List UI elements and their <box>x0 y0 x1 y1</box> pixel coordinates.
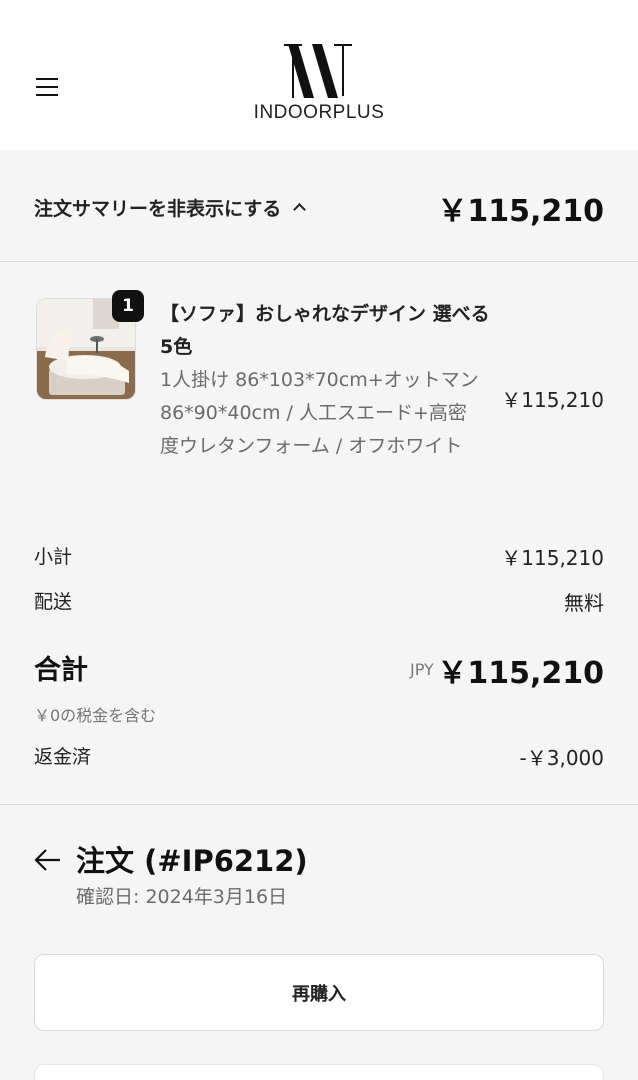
product-name: 【ソファ】おしゃれなデザイン 選べる5色 <box>160 303 490 358</box>
quantity-badge: 1 <box>112 290 144 322</box>
section-divider <box>0 804 638 805</box>
brand-logo[interactable]: INDOORPLUS <box>0 44 638 124</box>
refund-label: 返金済 <box>34 746 92 768</box>
arrow-left-icon[interactable] <box>34 848 62 872</box>
brand-name: INDOORPLUS <box>253 102 385 123</box>
summary-total: ￥115,210 <box>437 194 604 229</box>
subtotal-label: 小計 <box>34 546 73 568</box>
rebuy-button[interactable]: 再購入 <box>34 954 604 1031</box>
order-confirmed-date: 確認日: 2024年3月16日 <box>76 886 288 908</box>
total-currency: JPY <box>410 660 434 679</box>
product-price: ￥115,210 <box>501 388 604 412</box>
product-variant: 1人掛け 86*103*70cm+オットマン 86*90*40cm / 人工スエ… <box>160 369 479 457</box>
chevron-up-icon <box>293 203 307 216</box>
subtotal-value: ￥115,210 <box>501 546 604 570</box>
order-detail-card <box>34 1064 604 1080</box>
indoorplus-logo-mark <box>284 44 352 98</box>
total-label: 合計 <box>34 655 88 686</box>
shipping-label: 配送 <box>34 591 73 613</box>
order-title: 注文 (#IP6212) <box>76 844 308 878</box>
summary-toggle-label: 注文サマリーを非表示にする <box>34 198 282 220</box>
total-value: ￥115,210 <box>437 656 604 691</box>
shipping-value: 無料 <box>564 591 604 615</box>
tax-note: ￥0の税金を含む <box>34 706 157 725</box>
site-header: INDOORPLUS <box>0 0 638 150</box>
refund-value: -￥3,000 <box>519 746 604 770</box>
summary-toggle[interactable]: 注文サマリーを非表示にする <box>34 194 307 221</box>
